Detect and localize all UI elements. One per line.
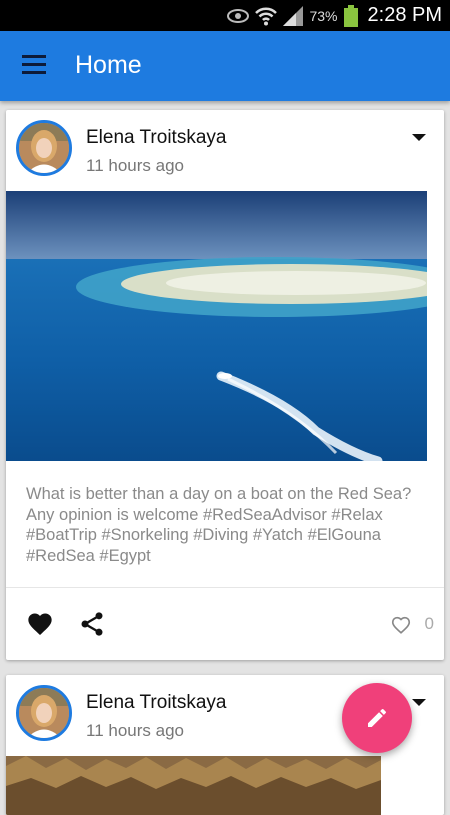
post-text: What is better than a day on a boat on t… xyxy=(26,485,412,565)
post-time: 11 hours ago xyxy=(86,156,184,175)
hamburger-icon[interactable] xyxy=(22,55,48,77)
compose-button[interactable] xyxy=(342,683,412,753)
chevron-down-icon[interactable] xyxy=(412,134,426,141)
page-title: Home xyxy=(75,51,142,79)
wifi-icon xyxy=(255,7,278,25)
likes-count: 0 xyxy=(424,614,434,633)
chevron-down-icon[interactable] xyxy=(412,699,426,706)
pencil-icon xyxy=(368,709,386,727)
author-name[interactable]: Elena Troitskaya xyxy=(86,692,226,714)
eye-icon xyxy=(227,8,250,23)
divider xyxy=(6,587,444,588)
author-name[interactable]: Elena Troitskaya xyxy=(86,127,226,149)
avatar[interactable] xyxy=(16,685,72,741)
app-bar: Home xyxy=(0,31,450,101)
heart-icon[interactable] xyxy=(26,610,54,638)
status-time: 2:28 PM xyxy=(367,4,442,26)
post-image[interactable] xyxy=(6,756,381,815)
share-icon[interactable] xyxy=(78,610,106,638)
avatar[interactable] xyxy=(16,120,72,176)
post-time: 11 hours ago xyxy=(86,721,184,740)
post-image[interactable] xyxy=(6,191,427,461)
post-card: Elena Troitskaya 11 hours ago What is be… xyxy=(6,110,444,660)
heart-outline-icon[interactable] xyxy=(390,614,412,636)
battery-icon xyxy=(343,4,358,27)
status-bar: 73% 2:28 PM xyxy=(0,0,450,31)
battery-percent: 73% xyxy=(309,7,338,24)
signal-icon xyxy=(283,5,304,26)
